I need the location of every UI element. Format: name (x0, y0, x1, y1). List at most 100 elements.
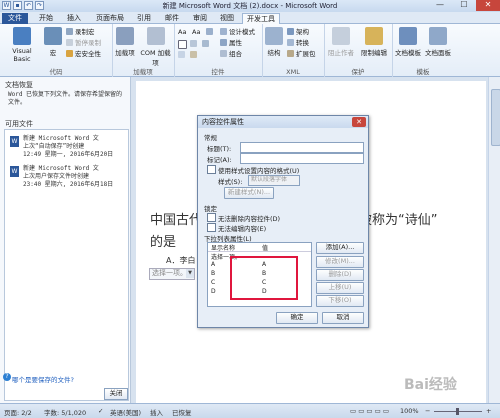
vertical-scrollbar[interactable] (488, 77, 500, 403)
tab-page-layout[interactable]: 页面布局 (92, 13, 128, 24)
style-select[interactable]: 默认段落字体 (248, 175, 300, 186)
visual-basic-button[interactable]: Visual Basic (3, 27, 41, 63)
pause-recording-button[interactable]: 暂停录制 (66, 39, 101, 48)
properties-icon (220, 39, 227, 46)
combobox-control-icon[interactable] (190, 40, 199, 49)
expansion-packs-button[interactable]: 扩展包 (287, 50, 316, 59)
watermark-logo: Bai经验 (404, 377, 457, 393)
add-item-button[interactable]: 添加(A)... (316, 242, 364, 254)
tab-references[interactable]: 引用 (132, 13, 156, 24)
recovered-files-list: W 新建 Microsoft Word 文 上次“自动保存”时创建 12:49 … (4, 129, 129, 401)
redo-icon[interactable]: ↷ (35, 1, 44, 10)
checkbox-control-icon[interactable] (178, 40, 189, 49)
word-document-icon: W (10, 166, 19, 177)
group-icon (220, 50, 227, 57)
highlight-annotation-box (230, 256, 298, 300)
document-panel-button[interactable]: 文档面板 (424, 27, 452, 57)
file-status: 上次用户保存文件时创建 (23, 173, 90, 180)
ok-button[interactable]: 确定 (276, 312, 318, 324)
properties-button[interactable]: 属性 (220, 39, 242, 48)
tab-home[interactable]: 开始 (34, 13, 58, 24)
zoom-out-icon[interactable]: − (425, 407, 430, 415)
word-app-icon[interactable]: W (2, 1, 11, 10)
list-item-display[interactable]: B (211, 270, 215, 277)
minimize-button[interactable]: — (428, 0, 452, 11)
list-item-display[interactable]: A (211, 261, 215, 268)
file-time: 23:40 星期六, 2016年6月18日 (23, 181, 114, 188)
addins-button[interactable]: 加载项 (113, 27, 137, 57)
zoom-in-icon[interactable]: + (486, 407, 491, 415)
move-down-button[interactable]: 下移(O) (316, 295, 364, 307)
zoom-slider-thumb[interactable] (456, 408, 459, 415)
schema-button[interactable]: 架构 (287, 28, 309, 37)
dropdown-control-icon[interactable] (202, 40, 211, 49)
recovered-file-item[interactable]: W 新建 Microsoft Word 文 上次用户保存文件时创建 23:40 … (10, 165, 126, 191)
group-button[interactable]: 组合 (220, 50, 242, 59)
picture-control-icon[interactable] (206, 28, 215, 37)
which-file-link[interactable]: 哪个是要保存的文件? (12, 374, 74, 384)
legacy-tools-icon[interactable] (190, 51, 199, 60)
zoom-level[interactable]: 100% (400, 407, 419, 415)
ribbon-tabs: 文件 开始 插入 页面布局 引用 邮件 审阅 视图 开发工具 (0, 12, 500, 25)
rich-text-control-button[interactable]: Aa (178, 28, 186, 37)
design-mode-button[interactable]: 设计模式 (220, 28, 255, 37)
language-indicator[interactable]: 英语(美国) (110, 407, 141, 417)
group-protect: 阻止作者 限制编辑 保护 (324, 24, 393, 77)
scrollbar-thumb[interactable] (491, 89, 500, 146)
structure-button[interactable]: 结构 (264, 27, 284, 57)
restrict-editing-button[interactable]: 限制编辑 (358, 27, 390, 57)
title-input[interactable] (240, 142, 364, 153)
undo-icon[interactable]: ↶ (24, 1, 33, 10)
col-value: 值 (262, 245, 269, 252)
dialog-close-button[interactable]: ✕ (352, 117, 366, 127)
group-label-protect: 保护 (351, 68, 365, 76)
tab-mailings[interactable]: 邮件 (160, 13, 184, 24)
locking-section-label: 锁定 (204, 205, 217, 213)
window-title: 新建 Microsoft Word 文档 (2).docx - Microsof… (162, 2, 338, 10)
macros-button[interactable]: 宏 (44, 27, 62, 57)
modify-item-button[interactable]: 修改(M)... (316, 256, 364, 268)
delete-item-button[interactable]: 删除(D) (316, 269, 364, 281)
macro-security-button[interactable]: 宏安全性 (66, 50, 101, 59)
insert-mode[interactable]: 插入 (150, 407, 163, 417)
recovery-pane-title: 文档恢复 (5, 81, 33, 89)
block-authors-button[interactable]: 阻止作者 (326, 27, 356, 57)
tab-insert[interactable]: 插入 (62, 13, 86, 24)
close-window-button[interactable]: ✕ (476, 0, 500, 11)
recovery-close-button[interactable]: 关闭 (104, 388, 128, 400)
list-item-display[interactable]: D (211, 288, 216, 295)
com-addins-button[interactable]: COM 加载项 (138, 27, 173, 67)
save-icon[interactable]: ▪ (13, 1, 22, 10)
recovered-file-item[interactable]: W 新建 Microsoft Word 文 上次“自动保存”时创建 12:49 … (10, 135, 126, 161)
move-up-button[interactable]: 上移(U) (316, 282, 364, 294)
word-count[interactable]: 字数: 5/1,020 (44, 407, 86, 417)
new-style-button[interactable]: 新建样式(N)... (224, 187, 274, 199)
document-template-button[interactable]: 文档模板 (394, 27, 422, 57)
status-bar: 页面: 2/2 字数: 5/1,020 ✓ 英语(美国) 插入 已恢复 ▭ ▭ … (0, 403, 500, 418)
date-picker-icon[interactable] (178, 51, 187, 60)
dropdown-content-control[interactable]: 选择一项。 ▼ (149, 268, 195, 280)
cannot-edit-checkbox[interactable] (207, 223, 216, 232)
tag-input[interactable] (240, 153, 364, 164)
use-style-checkbox[interactable] (207, 165, 216, 174)
cannot-delete-label: 无法删除内容控件(D) (218, 215, 281, 223)
maximize-button[interactable]: ☐ (452, 0, 476, 11)
help-icon: ? (3, 373, 11, 381)
page-count[interactable]: 页面: 2/2 (4, 407, 32, 417)
tab-review[interactable]: 审阅 (188, 13, 212, 24)
tab-view[interactable]: 视图 (215, 13, 239, 24)
lock-icon (365, 27, 383, 45)
document-text-line2: 的是 (150, 235, 177, 250)
chevron-down-icon[interactable]: ▼ (186, 269, 194, 278)
record-macro-button[interactable]: 录制宏 (66, 28, 95, 37)
proofing-icon[interactable]: ✓ (98, 407, 103, 415)
transform-button[interactable]: 转换 (287, 39, 309, 48)
list-item-display[interactable]: C (211, 279, 215, 286)
group-label-xml: XML (286, 68, 300, 76)
plain-text-control-button[interactable]: Aa (192, 28, 200, 37)
file-time: 12:49 星期一, 2016年6月20日 (23, 151, 114, 158)
available-files-label: 可用文件 (5, 120, 33, 128)
tab-file[interactable]: 文件 (2, 13, 28, 24)
cannot-delete-checkbox[interactable] (207, 213, 216, 222)
cancel-button[interactable]: 取消 (322, 312, 364, 324)
